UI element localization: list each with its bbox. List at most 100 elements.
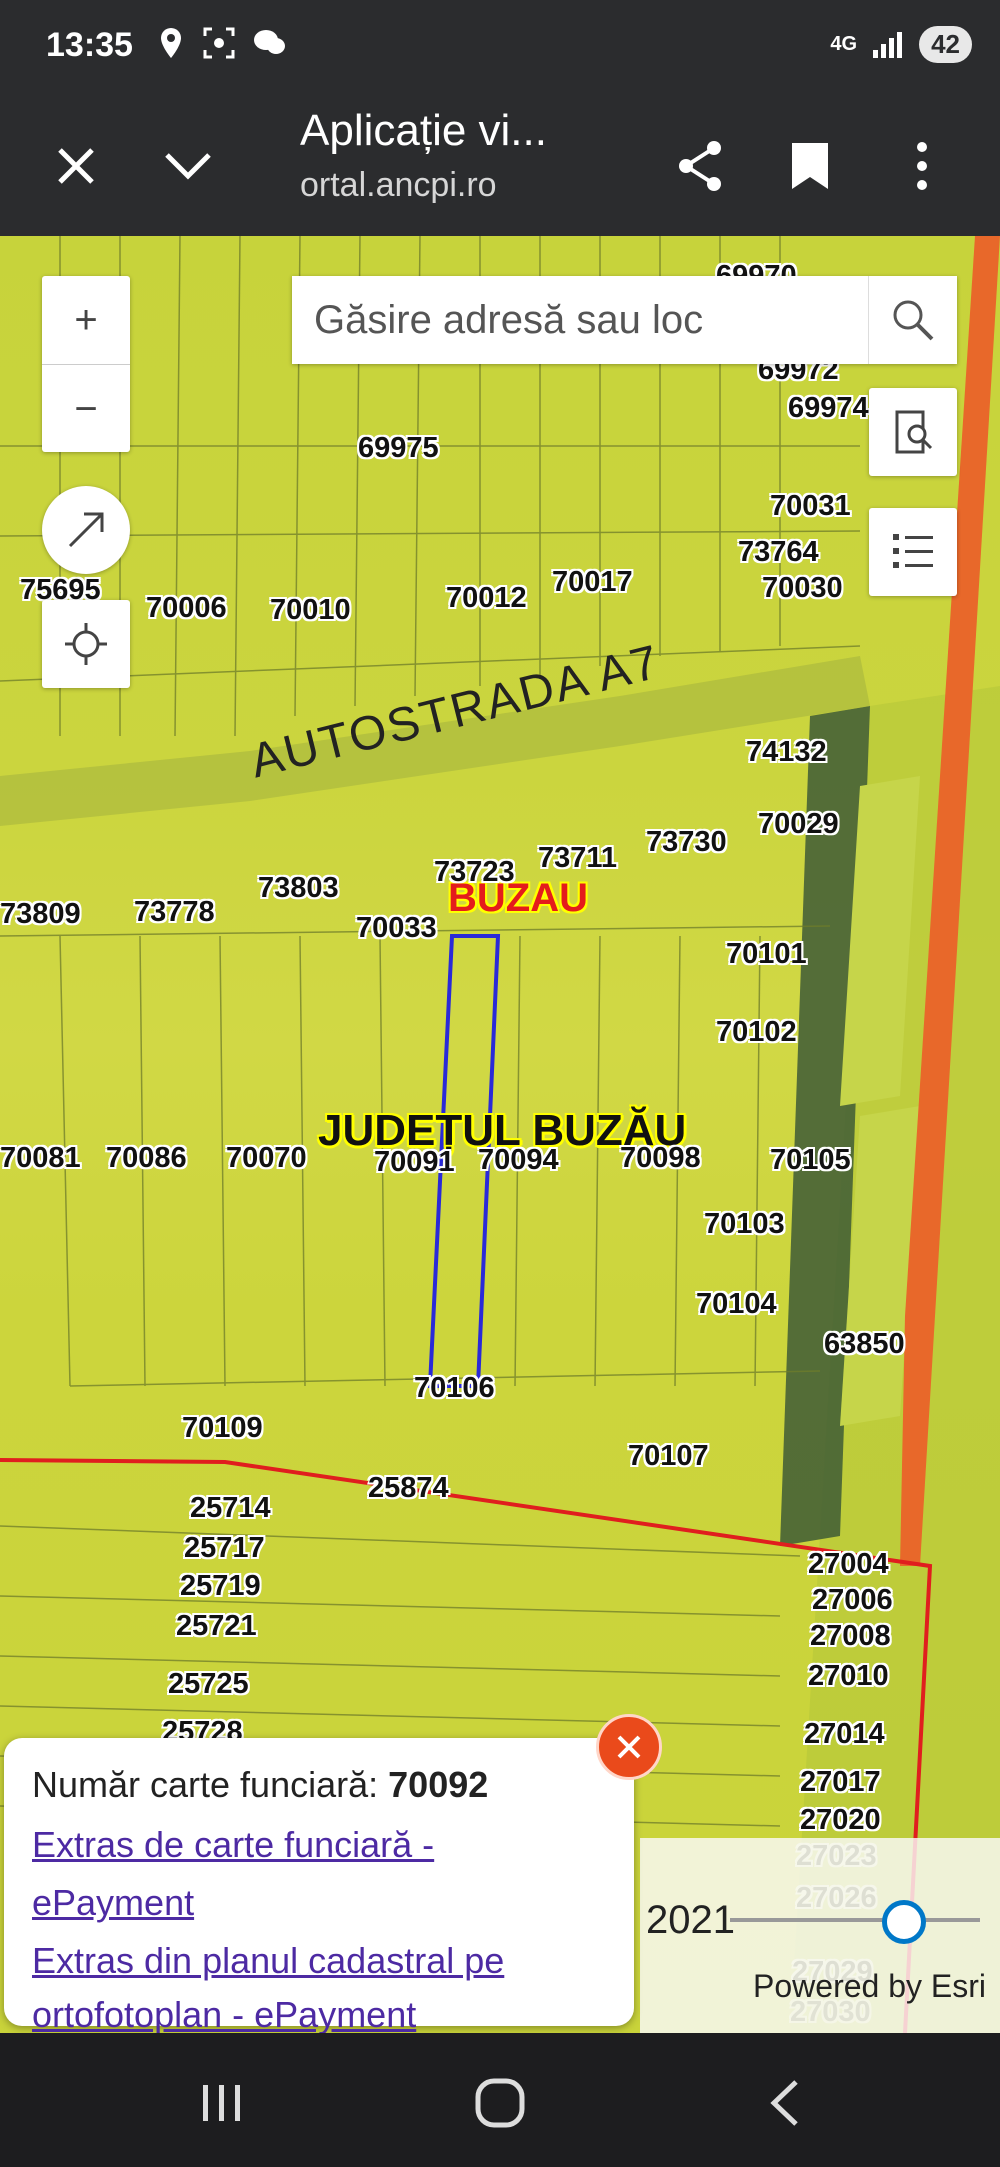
extract-cf-link[interactable]: Extras de carte funciară -: [32, 1824, 434, 1866]
compass-arrow-icon: [68, 512, 104, 548]
parcel-label: 70103: [704, 1208, 785, 1240]
more-options-button[interactable]: [890, 134, 954, 198]
recents-icon: [203, 2085, 240, 2121]
battery-level: 42: [919, 26, 972, 63]
compass-button[interactable]: [42, 486, 130, 574]
link-text: Extras din planul cadastral pe: [32, 1940, 505, 1981]
parcel-label: 70006: [146, 592, 227, 624]
parcel-label: 70030: [762, 572, 843, 604]
extract-cf-link-cont[interactable]: ePayment: [32, 1882, 194, 1924]
parcel-label: 70029: [758, 808, 839, 840]
close-button[interactable]: [44, 134, 108, 198]
parcel-label: 70107: [628, 1440, 709, 1472]
parcel-label: 27010: [808, 1660, 889, 1692]
home-icon: [475, 2078, 525, 2128]
parcel-label: 73809: [0, 898, 81, 930]
parcel-label: 25714: [190, 1492, 271, 1524]
cf-number-label: Număr carte funciară:: [32, 1764, 379, 1805]
slider-track[interactable]: [730, 1918, 980, 1922]
parcel-label: 27008: [810, 1620, 891, 1652]
browser-app-bar: Aplicație vi... ortal.ancpi.ro: [0, 96, 1000, 236]
close-icon: [617, 1735, 641, 1759]
chevron-down-icon: [165, 153, 211, 180]
parcel-label: 27020: [800, 1804, 881, 1836]
home-button[interactable]: [468, 2071, 532, 2135]
parcel-label: 70101: [726, 938, 807, 970]
parcel-label: 70091: [374, 1146, 455, 1178]
page-url: ortal.ancpi.ro: [300, 166, 497, 204]
screenshot-icon: [203, 27, 235, 59]
recents-button[interactable]: [190, 2071, 254, 2135]
bookmark-button[interactable]: [778, 134, 842, 198]
signal-icon: [873, 31, 903, 58]
back-button[interactable]: [752, 2071, 816, 2135]
status-time: 13:35: [46, 26, 133, 64]
parcel-label: 70081: [0, 1142, 81, 1174]
parcel-label: 70033: [356, 912, 437, 944]
query-button[interactable]: [869, 388, 957, 476]
parcel-label: 27004: [808, 1548, 889, 1580]
parcel-label: 70017: [552, 566, 633, 598]
parcel-label: 27017: [800, 1766, 881, 1798]
parcel-label: 27006: [812, 1584, 893, 1616]
parcel-label: 73803: [258, 872, 339, 904]
locate-button[interactable]: [42, 600, 130, 688]
parcel-label: 25725: [168, 1668, 249, 1700]
parcel-label: 25874: [368, 1472, 449, 1504]
crosshair-icon: [65, 623, 107, 665]
parcel-label: 70098: [620, 1142, 701, 1174]
parcel-label: 25719: [180, 1570, 261, 1602]
link-text: Extras de carte funciară -: [32, 1824, 435, 1865]
parcel-label: 69975: [358, 432, 439, 464]
parcel-label: 69974: [788, 392, 869, 424]
slider-thumb[interactable]: [882, 1900, 926, 1944]
parcel-label: 70031: [770, 490, 851, 522]
parcel-label: 73730: [646, 826, 727, 858]
parcel-label: 73723: [434, 856, 515, 888]
zoom-out-button[interactable]: −: [42, 364, 130, 453]
chat-icon: [254, 30, 285, 54]
parcel-label: 70010: [270, 594, 351, 626]
more-vertical-icon: [917, 142, 927, 190]
extract-cadastral-link[interactable]: Extras din planul cadastral pe: [32, 1940, 504, 1982]
map-view[interactable]: AUTOSTRADA A7 BUZAU JUDEȚUL BUZĂU 69970 …: [0, 236, 1000, 2033]
parcel-label: 27014: [804, 1718, 885, 1750]
parcel-label: 70105: [770, 1144, 851, 1176]
parcel-label: 73711: [538, 842, 618, 874]
parcel-label: 70104: [696, 1288, 777, 1320]
parcel-label: 70086: [106, 1142, 187, 1174]
attribution: Powered by Esri: [753, 1968, 986, 2004]
share-icon: [679, 141, 721, 191]
zoom-in-button[interactable]: +: [42, 276, 130, 364]
parcel-label: 73764: [738, 536, 819, 568]
search-input[interactable]: [292, 276, 856, 364]
share-button[interactable]: [668, 134, 732, 198]
parcel-label: 70094: [478, 1144, 559, 1176]
list-icon: [893, 534, 933, 568]
parcel-label: 25717: [184, 1532, 265, 1564]
search-box: [292, 276, 957, 364]
extract-cadastral-link-cont[interactable]: ortofotoplan - ePayment: [32, 1994, 416, 2033]
popup-close-button[interactable]: [596, 1714, 662, 1780]
page-title: Aplicație vi...: [300, 106, 547, 155]
location-icon: [161, 28, 181, 58]
parcel-label: 70012: [446, 582, 527, 614]
time-slider-panel: 2021 Powered by Esri: [640, 1838, 1000, 2033]
bookmark-icon: [792, 143, 828, 189]
parcel-label: 70106: [414, 1372, 495, 1404]
collapse-button[interactable]: [156, 134, 220, 198]
network-type: 4G: [830, 33, 858, 55]
parcel-label: 63850: [824, 1328, 905, 1360]
parcel-label: 74132: [746, 736, 827, 768]
search-button[interactable]: [868, 276, 957, 364]
parcel-label: 70109: [182, 1412, 263, 1444]
close-icon: [58, 148, 94, 184]
cf-number-row: Număr carte funciară: 70092: [32, 1764, 488, 1806]
parcel-label: 25721: [176, 1610, 257, 1642]
legend-button[interactable]: [869, 508, 957, 596]
link-text: ePayment: [32, 1882, 195, 1923]
slider-year: 2021: [646, 1898, 735, 1942]
parcel-label: 73778: [134, 896, 215, 928]
system-nav-bar: [0, 2033, 1000, 2167]
document-search-icon: [895, 410, 933, 454]
